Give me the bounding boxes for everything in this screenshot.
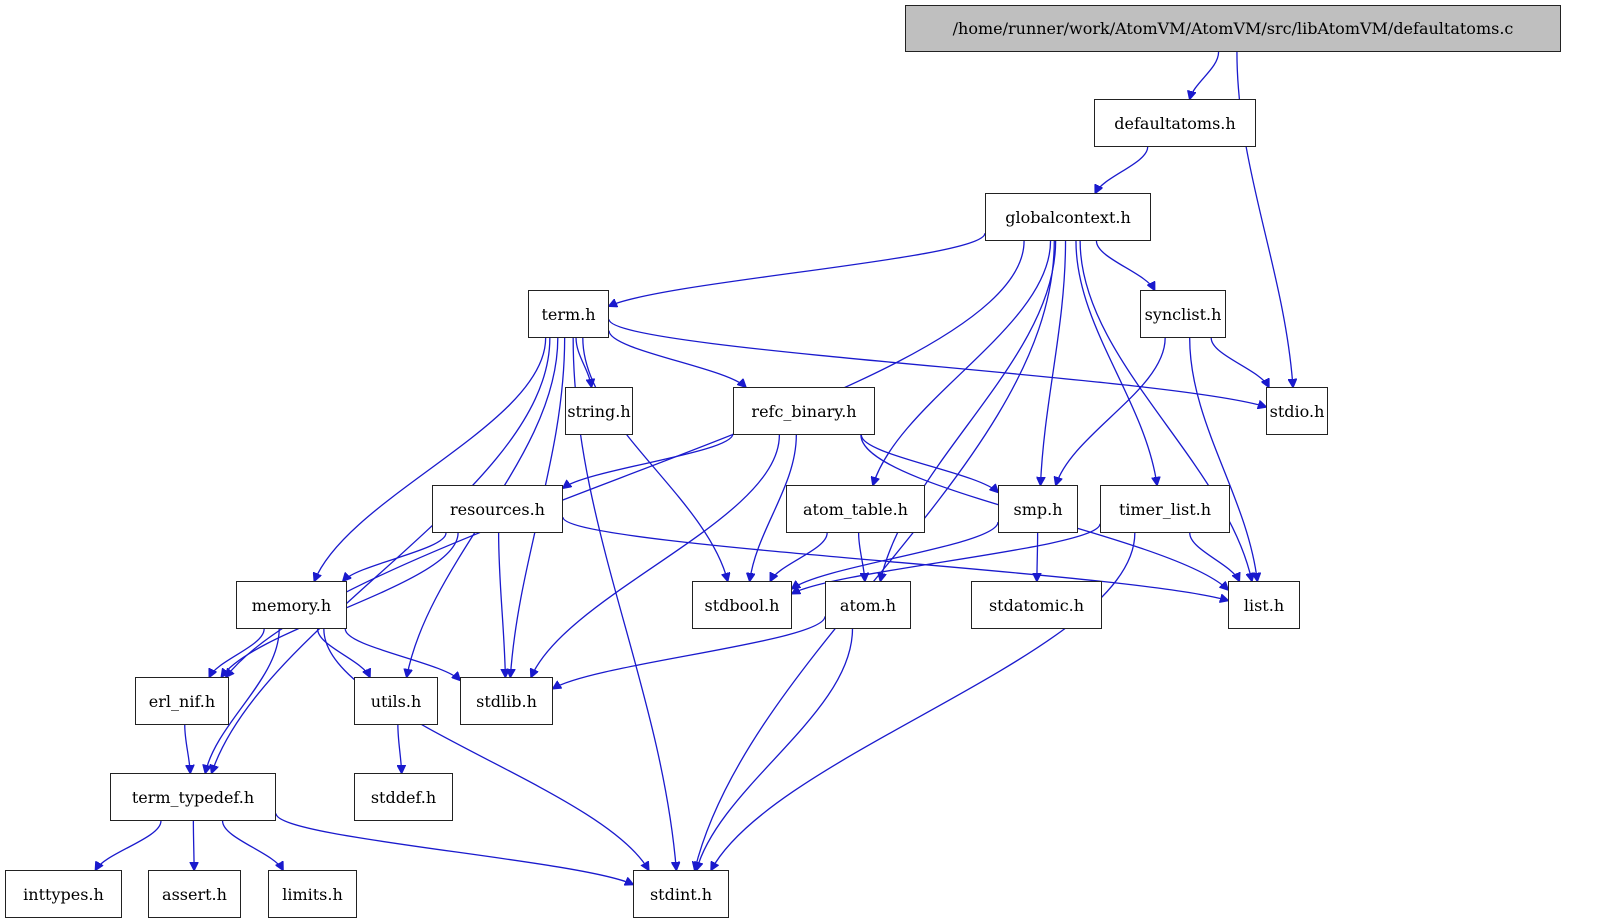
edge-defaultatoms-c-to-defaultatoms-h: [1190, 51, 1220, 99]
node-stdint-h[interactable]: stdint.h: [633, 870, 729, 918]
edge-globalcontext-h-to-synclist-h: [1095, 240, 1154, 290]
edge-term-typedef-h-to-assert-h: [193, 820, 194, 870]
node-atom-table-h[interactable]: atom_table.h: [786, 485, 925, 533]
node-stdbool-h[interactable]: stdbool.h: [692, 581, 792, 629]
node-list-h[interactable]: list.h: [1228, 581, 1300, 629]
edge-refc-binary-h-to-stdlib-h: [531, 434, 781, 677]
node-smp-h[interactable]: smp.h: [998, 485, 1078, 533]
node-memory-h[interactable]: memory.h: [236, 581, 347, 629]
node-stdio-h[interactable]: stdio.h: [1266, 387, 1328, 435]
node-erl-nif-h[interactable]: erl_nif.h: [135, 677, 229, 725]
node-utils-h[interactable]: utils.h: [354, 677, 438, 725]
node-stdatomic-h[interactable]: stdatomic.h: [971, 581, 1102, 629]
edge-globalcontext-h-to-term-h: [609, 232, 986, 306]
node-stdlib-h[interactable]: stdlib.h: [460, 677, 553, 725]
node-assert-h[interactable]: assert.h: [148, 870, 241, 918]
edge-memory-h-to-stdint-h: [323, 628, 649, 870]
node-atom-h[interactable]: atom.h: [825, 581, 911, 629]
edge-atom-table-h-to-stdbool-h: [770, 532, 828, 581]
node-resources-h[interactable]: resources.h: [432, 485, 563, 533]
edge-term-h-to-memory-h: [314, 337, 547, 581]
node-inttypes-h[interactable]: inttypes.h: [5, 870, 122, 918]
edge-atom-table-h-to-atom-h: [857, 532, 865, 581]
edge-timer-list-h-to-list-h: [1189, 532, 1240, 581]
edge-resources-h-to-stdlib-h: [497, 532, 506, 677]
node-defaultatoms-c[interactable]: /home/runner/work/AtomVM/AtomVM/src/libA…: [905, 5, 1561, 52]
node-term-h[interactable]: term.h: [528, 290, 609, 338]
include-dependency-graph: /home/runner/work/AtomVM/AtomVM/src/libA…: [0, 0, 1607, 923]
edge-synclist-h-to-stdio-h: [1210, 337, 1269, 387]
node-limits-h[interactable]: limits.h: [268, 870, 357, 918]
edge-smp-h-to-stdatomic-h: [1037, 532, 1038, 581]
node-term-typedef-h[interactable]: term_typedef.h: [110, 773, 276, 821]
edge-globalcontext-h-to-stdint-h: [695, 240, 1055, 870]
node-string-h[interactable]: string.h: [565, 387, 633, 435]
edge-globalcontext-h-to-timer-list-h: [1075, 240, 1157, 485]
edge-defaultatoms-h-to-globalcontext-h: [1095, 146, 1149, 193]
node-stddef-h[interactable]: stddef.h: [354, 773, 453, 821]
edge-erl-nif-h-to-term-typedef-h: [184, 724, 191, 773]
edge-term-typedef-h-to-inttypes-h: [96, 820, 162, 870]
edge-resources-h-to-memory-h: [343, 532, 447, 581]
node-globalcontext-h[interactable]: globalcontext.h: [985, 193, 1151, 241]
node-synclist-h[interactable]: synclist.h: [1140, 290, 1226, 338]
node-defaultatoms-h[interactable]: defaultatoms.h: [1094, 99, 1256, 147]
edge-globalcontext-h-to-smp-h: [1040, 240, 1067, 485]
edge-utils-h-to-stddef-h: [398, 724, 402, 773]
node-timer-list-h[interactable]: timer_list.h: [1100, 485, 1230, 533]
node-refc-binary-h[interactable]: refc_binary.h: [733, 387, 875, 435]
edge-atom-h-to-stdint-h: [697, 628, 854, 870]
edge-memory-h-to-erl-nif-h: [209, 628, 265, 677]
edge-synclist-h-to-list-h: [1189, 337, 1258, 581]
edge-term-typedef-h-to-limits-h: [221, 820, 283, 870]
edge-memory-h-to-stdlib-h: [344, 628, 460, 680]
